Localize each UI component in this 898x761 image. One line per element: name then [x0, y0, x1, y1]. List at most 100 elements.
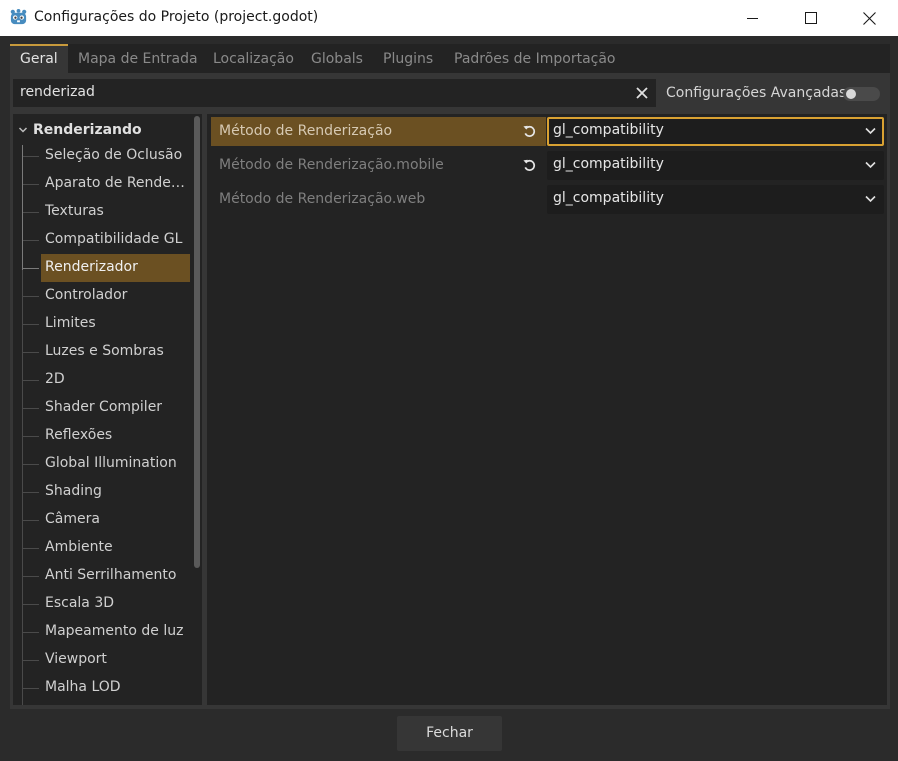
search-value: renderizad	[20, 84, 95, 100]
tree-item[interactable]: Compatibilidade GL	[23, 226, 190, 254]
scrollbar-thumb[interactable]	[194, 116, 200, 568]
dropdown-value: gl_compatibility	[553, 156, 664, 172]
tree-guide-line	[23, 296, 39, 297]
tree-item[interactable]: Ambiente	[23, 534, 190, 562]
tab-padroes-de-importacao[interactable]: Padrões de Importação	[444, 44, 626, 73]
advanced-settings-toggle[interactable]	[843, 87, 880, 101]
tree-item-label: Viewport	[45, 651, 107, 667]
godot-icon	[10, 8, 27, 25]
tab-geral[interactable]: Geral	[10, 44, 68, 73]
tree-item[interactable]: Renderizador	[23, 254, 190, 282]
tree-guide-line	[23, 576, 39, 577]
tree-item[interactable]: Mapeamento de luz	[23, 618, 190, 646]
tree-item[interactable]: Seleção de Oclusão	[23, 142, 190, 170]
property-name: Método de Renderização.mobile	[219, 157, 444, 173]
property-row: Método de Renderização gl_compatibility	[211, 117, 884, 146]
tree-item-label: Renderizador	[45, 259, 138, 275]
tree-item-label: Compatibilidade GL	[45, 231, 183, 247]
chevron-down-icon	[865, 195, 876, 203]
tree-item[interactable]: Texturas	[23, 198, 190, 226]
rendering-method-dropdown[interactable]: gl_compatibility	[547, 117, 884, 146]
tree-root-label: Renderizando	[33, 122, 142, 138]
tree-item-label: Seleção de Oclusão	[45, 147, 183, 163]
tree-guide-line	[23, 184, 39, 185]
minimize-icon	[747, 18, 758, 19]
tree-guide-line	[23, 380, 39, 381]
tree-item[interactable]: Reflexões	[23, 422, 190, 450]
chevron-down-icon	[865, 161, 876, 169]
tree-item-label: Aparato de Renderi...	[45, 175, 187, 191]
rendering-method-mobile-dropdown[interactable]: gl_compatibility	[547, 151, 884, 180]
tab-mapa-de-entrada[interactable]: Mapa de Entrada	[68, 44, 208, 73]
tab-globals[interactable]: Globals	[301, 44, 373, 73]
tree-item-label: Shader Compiler	[45, 399, 163, 415]
tree-guide-line	[23, 492, 39, 493]
tree-item[interactable]: Global Illumination	[23, 450, 190, 478]
tree-item-label: 2D	[45, 371, 65, 387]
tab-plugins[interactable]: Plugins	[373, 44, 443, 73]
clear-icon[interactable]	[634, 85, 650, 101]
tab-localizacao[interactable]: Localização	[203, 44, 304, 73]
tree-guide-line	[23, 268, 39, 269]
tree-item-label: Texturas	[45, 203, 104, 219]
tree-guide-line	[23, 156, 39, 157]
tree-item[interactable]: Shader Compiler	[23, 394, 190, 422]
chevron-down-icon[interactable]	[18, 125, 28, 135]
tree-guide-line	[23, 688, 39, 689]
tree-item[interactable]: Malha LOD	[23, 674, 190, 702]
tree-item-label: Malha LOD	[45, 679, 121, 695]
tree-guide-line	[23, 408, 39, 409]
search-input[interactable]: renderizad	[13, 79, 656, 107]
tree-item[interactable]: Viewport	[23, 646, 190, 674]
tree-guide-line	[23, 548, 39, 549]
tree-item[interactable]: Escala 3D	[23, 590, 190, 618]
tree-item-label: Escala 3D	[45, 595, 115, 611]
tree-item-label: Anti Serrilhamento	[45, 567, 177, 583]
tree-item[interactable]: Câmera	[23, 506, 190, 534]
tree-item[interactable]: Shading	[23, 478, 190, 506]
tree-guide-line	[23, 436, 39, 437]
revert-icon[interactable]	[522, 124, 537, 139]
maximize-button[interactable]	[782, 0, 840, 36]
maximize-icon	[805, 12, 817, 24]
tree-item-label: Shading	[45, 483, 102, 499]
title-bar: Configurações do Projeto (project.godot)	[0, 0, 898, 36]
tree-guide-line	[23, 212, 39, 213]
property-row: Método de Renderização.web gl_compatibil…	[211, 185, 884, 214]
tree-guide-line	[23, 660, 39, 661]
close-icon	[862, 11, 876, 25]
tree-item-label: Mapeamento de luz	[45, 623, 184, 639]
tree-scrollbar[interactable]	[194, 116, 200, 703]
tree-guide-line	[23, 324, 39, 325]
tree-item-label: Global Illumination	[45, 455, 177, 471]
tree-root-renderizando[interactable]: Renderizando	[13, 118, 193, 142]
property-name: Método de Renderização	[211, 117, 546, 146]
tree-item[interactable]: 2D	[23, 366, 190, 394]
close-button[interactable]: Fechar	[397, 716, 502, 751]
tree-item[interactable]: Aparato de Renderi...	[23, 170, 190, 198]
rendering-method-web-dropdown[interactable]: gl_compatibility	[547, 185, 884, 214]
tree-item[interactable]: Luzes e Sombras	[23, 338, 190, 366]
advanced-settings-label: Configurações Avançadas	[666, 85, 847, 101]
dropdown-value: gl_compatibility	[553, 122, 664, 138]
tree-item[interactable]: Controlador	[23, 282, 190, 310]
tree-item[interactable]: Limites	[23, 310, 190, 338]
tab-bar: Geral Mapa de Entrada Localização Global…	[10, 44, 890, 73]
dropdown-value: gl_compatibility	[553, 190, 664, 206]
tree-guide-line	[23, 352, 39, 353]
window-title: Configurações do Projeto (project.godot)	[34, 9, 319, 25]
tree-item-label: Câmera	[45, 511, 100, 527]
section-tree: Renderizando Seleção de Oclusão Aparato d…	[13, 114, 202, 705]
close-window-button[interactable]	[840, 0, 898, 36]
tree-item-label: Reflexões	[45, 427, 113, 443]
tree-guide-line	[23, 520, 39, 521]
toggle-knob	[846, 89, 856, 99]
revert-icon[interactable]	[522, 158, 537, 173]
tree-item[interactable]: Anti Serrilhamento	[23, 562, 190, 590]
tree-item-label: Ambiente	[45, 539, 113, 555]
tree-item-label: Controlador	[45, 287, 128, 303]
minimize-button[interactable]	[724, 0, 782, 36]
tree-guide-line	[23, 604, 39, 605]
chevron-down-icon	[865, 127, 876, 135]
tree-guide-line	[22, 270, 23, 705]
